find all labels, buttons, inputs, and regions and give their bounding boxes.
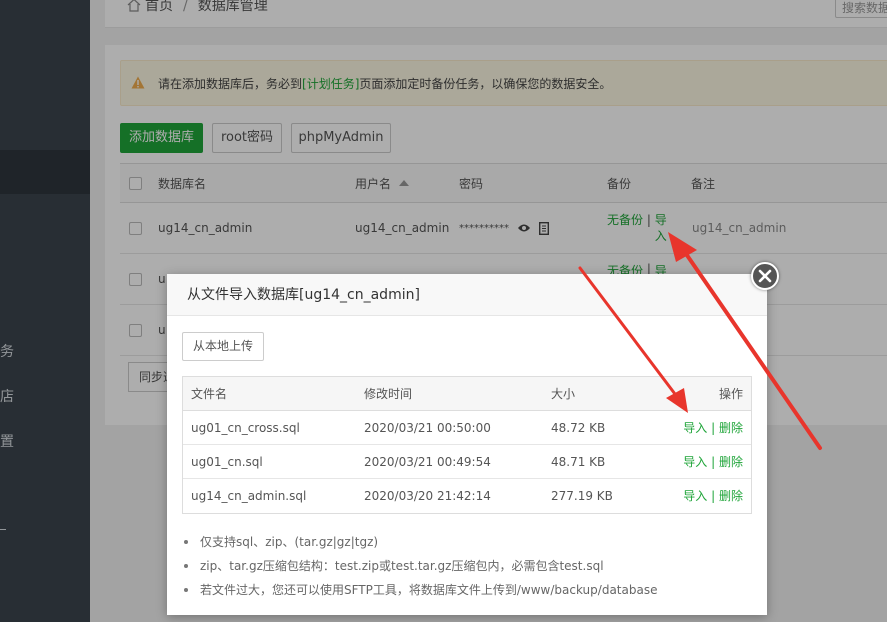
file-table-header: 文件名 修改时间 大小 操作 <box>183 377 751 411</box>
note-item: zip、tar.gz压缩包结构：test.zip或test.tar.gz压缩包内… <box>182 554 752 578</box>
file-size: 48.71 KB <box>551 455 606 469</box>
note-item: 仅支持sql、zip、(tar.gz|gz|tgz) <box>182 530 752 554</box>
file-mtime: 2020/03/21 00:50:00 <box>364 421 491 435</box>
file-size: 48.72 KB <box>551 421 606 435</box>
column-header: 操作 <box>718 387 743 401</box>
file-actions: 导入 | 删除 <box>683 445 743 479</box>
import-button[interactable]: 导入 <box>683 421 707 435</box>
table-row: ug01_cn_cross.sql 2020/03/21 00:50:00 48… <box>183 411 751 445</box>
import-button[interactable]: 导入 <box>683 489 707 503</box>
separator: | <box>711 455 716 469</box>
dialog-title: 从文件导入数据库[ug14_cn_admin] <box>167 274 767 316</box>
file-actions: 导入 | 删除 <box>683 479 743 513</box>
table-row: ug14_cn_admin.sql 2020/03/20 21:42:14 27… <box>183 479 751 513</box>
import-dialog: 从文件导入数据库[ug14_cn_admin] 从本地上传 文件名 修改时间 大… <box>167 274 767 615</box>
close-icon[interactable] <box>751 262 779 290</box>
upload-local-button[interactable]: 从本地上传 <box>182 332 264 361</box>
file-mtime: 2020/03/21 00:49:54 <box>364 455 491 469</box>
file-name: ug01_cn_cross.sql <box>191 421 300 435</box>
note-item: 若文件过大，您还可以使用SFTP工具，将数据库文件上传到/www/backup/… <box>182 578 752 602</box>
file-table: 文件名 修改时间 大小 操作 ug01_cn_cross.sql 2020/03… <box>182 376 752 514</box>
delete-button[interactable]: 删除 <box>719 455 743 469</box>
import-button[interactable]: 导入 <box>683 455 707 469</box>
file-name: ug14_cn_admin.sql <box>191 489 307 503</box>
file-actions: 导入 | 删除 <box>683 411 743 445</box>
file-size: 277.19 KB <box>551 489 613 503</box>
delete-button[interactable]: 删除 <box>719 421 743 435</box>
table-row: ug01_cn.sql 2020/03/21 00:49:54 48.71 KB… <box>183 445 751 479</box>
separator: | <box>711 421 716 435</box>
file-mtime: 2020/03/20 21:42:14 <box>364 489 491 503</box>
column-header: 大小 <box>551 387 576 401</box>
import-notes: 仅支持sql、zip、(tar.gz|gz|tgz) zip、tar.gz压缩包… <box>182 530 752 602</box>
file-name: ug01_cn.sql <box>191 455 263 469</box>
separator: | <box>711 489 716 503</box>
delete-button[interactable]: 删除 <box>719 489 743 503</box>
column-header: 文件名 <box>191 387 228 401</box>
column-header: 修改时间 <box>364 387 413 401</box>
